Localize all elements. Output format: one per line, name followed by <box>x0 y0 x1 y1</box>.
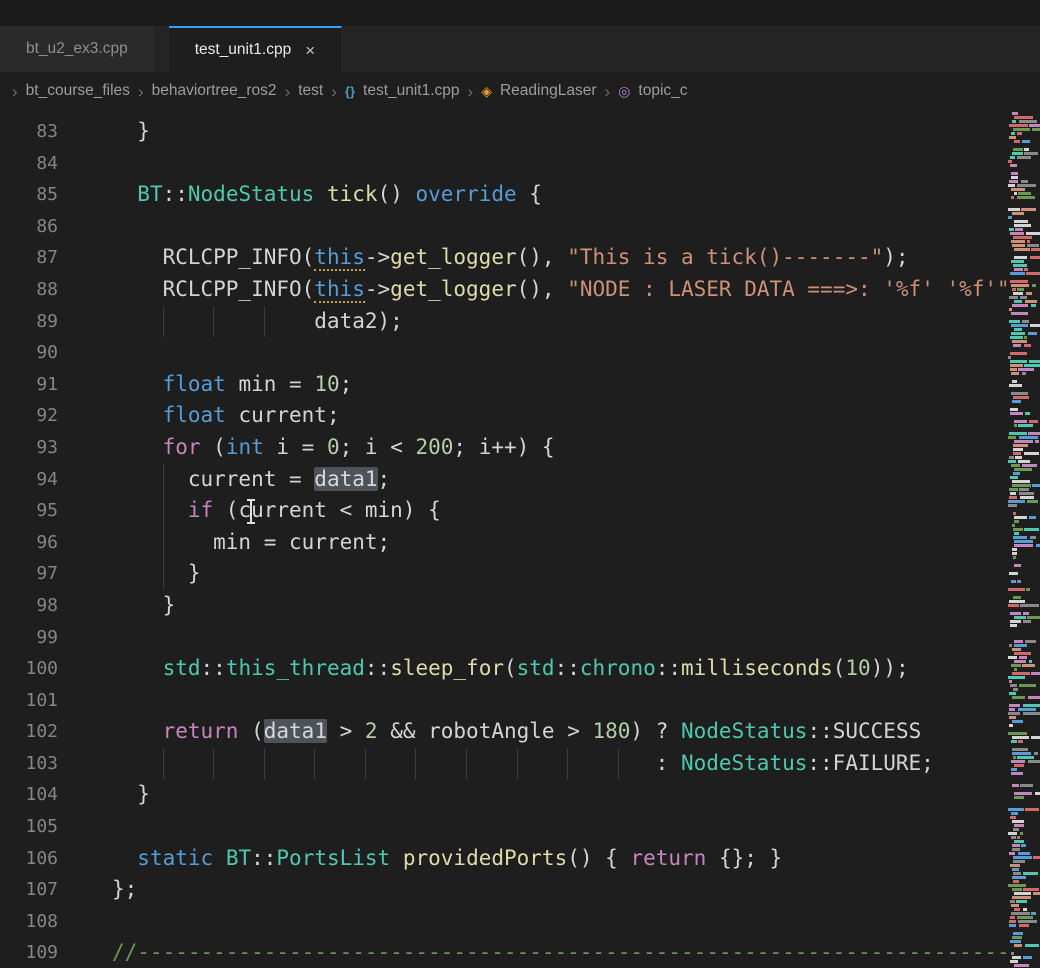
class-icon: ◈ <box>481 84 492 98</box>
code-line-93[interactable]: 93 for (int i = 0; i < 200; i++) { <box>0 432 1006 464</box>
code-line-97[interactable]: 97 } <box>0 558 1006 590</box>
indent-guide <box>365 748 366 780</box>
code-line-96[interactable]: 96 min = current; <box>0 527 1006 559</box>
code-line-87[interactable]: 87 RCLCPP_INFO(this->get_logger(), "This… <box>0 242 1006 274</box>
indent-guide <box>567 748 568 780</box>
breadcrumb-item-test_unit1.cpp[interactable]: test_unit1.cpp <box>363 82 460 100</box>
code-line-89[interactable]: 89 data2); <box>0 306 1006 338</box>
tab-bar: bt_u2_ex3.cpp test_unit1.cpp × <box>0 26 1040 72</box>
line-number: 93 <box>0 432 58 464</box>
line-number: 99 <box>0 622 58 654</box>
cpp-file-icon: {} <box>345 85 355 98</box>
indent-guide <box>163 748 164 780</box>
line-number: 103 <box>0 748 58 780</box>
line-number: 91 <box>0 369 58 401</box>
tab-label: test_unit1.cpp <box>195 41 292 59</box>
line-number: 98 <box>0 590 58 622</box>
line-number: 87 <box>0 242 58 274</box>
indent-guide <box>264 306 265 338</box>
code-line-106[interactable]: 106 static BT::PortsList providedPorts()… <box>0 843 1006 875</box>
indent-guide <box>163 495 164 527</box>
line-number: 105 <box>0 811 58 843</box>
breadcrumb-item-behaviortree_ros2[interactable]: behaviortree_ros2 <box>152 82 277 100</box>
chevron-right-icon: › <box>138 83 144 100</box>
breadcrumb: › bt_course_files › behaviortree_ros2 › test ›… <box>0 72 1040 110</box>
code-line-99[interactable]: 99 <box>0 622 1006 654</box>
indent-guide <box>213 748 214 780</box>
chevron-right-icon: › <box>468 83 474 100</box>
editor: 83 }8485 BT::NodeStatus tick() override … <box>0 110 1040 968</box>
line-number: 108 <box>0 906 58 938</box>
line-number: 106 <box>0 843 58 875</box>
indent-guide <box>314 748 315 780</box>
indent-guide <box>163 306 164 338</box>
line-number: 92 <box>0 400 58 432</box>
indent-guide <box>466 748 467 780</box>
line-number: 104 <box>0 779 58 811</box>
indent-guide <box>264 748 265 780</box>
line-number: 90 <box>0 337 58 369</box>
chevron-right-icon: › <box>285 83 291 100</box>
chevron-right-icon: › <box>605 83 611 100</box>
chevron-right-icon: › <box>12 83 18 100</box>
indent-guide <box>163 527 164 559</box>
code-line-90[interactable]: 90 <box>0 337 1006 369</box>
code-line-83[interactable]: 83 } <box>0 116 1006 148</box>
code-line-95[interactable]: 95 if (current < min) { <box>0 495 1006 527</box>
code-line-101[interactable]: 101 <box>0 685 1006 717</box>
code-line-85[interactable]: 85 BT::NodeStatus tick() override { <box>0 179 1006 211</box>
mouse-ibeam-cursor <box>250 501 252 522</box>
line-number: 96 <box>0 527 58 559</box>
chevron-right-icon: › <box>331 83 337 100</box>
vscode-window: bt_u2_ex3.cpp test_unit1.cpp × › bt_cours… <box>0 0 1040 968</box>
close-tab-icon[interactable]: × <box>305 42 315 59</box>
minimap[interactable] <box>1006 110 1040 968</box>
code-line-94[interactable]: 94 current = data1; <box>0 464 1006 496</box>
title-bar <box>0 0 1040 26</box>
line-number: 100 <box>0 653 58 685</box>
breadcrumb-item-ReadingLaser[interactable]: ReadingLaser <box>500 82 597 100</box>
code-line-104[interactable]: 104 } <box>0 779 1006 811</box>
tab-test_unit1[interactable]: test_unit1.cpp × <box>169 26 342 72</box>
line-number: 85 <box>0 179 58 211</box>
code-line-103[interactable]: 103 : NodeStatus::FAILURE; <box>0 748 1006 780</box>
indent-guide <box>213 306 214 338</box>
line-number: 97 <box>0 558 58 590</box>
line-number: 83 <box>0 116 58 148</box>
line-number: 86 <box>0 211 58 243</box>
indent-guide <box>517 748 518 780</box>
breadcrumb-item-bt_course_files[interactable]: bt_course_files <box>26 82 130 100</box>
line-number: 101 <box>0 685 58 717</box>
breadcrumb-item-topic_c[interactable]: topic_c <box>638 82 687 100</box>
code-line-86[interactable]: 86 <box>0 211 1006 243</box>
line-number: 89 <box>0 306 58 338</box>
indent-guide <box>163 558 164 590</box>
code-line-91[interactable]: 91 float min = 10; <box>0 369 1006 401</box>
tab-label: bt_u2_ex3.cpp <box>26 40 128 58</box>
line-number: 94 <box>0 464 58 496</box>
code-line-100[interactable]: 100 std::this_thread::sleep_for(std::chr… <box>0 653 1006 685</box>
code-line-102[interactable]: 102 return (data1 > 2 && robotAngle > 18… <box>0 716 1006 748</box>
indent-guide <box>618 748 619 780</box>
code-line-84[interactable]: 84 <box>0 148 1006 180</box>
line-number: 95 <box>0 495 58 527</box>
code-line-92[interactable]: 92 float current; <box>0 400 1006 432</box>
line-number: 84 <box>0 148 58 180</box>
code-line-98[interactable]: 98 } <box>0 590 1006 622</box>
code-line-88[interactable]: 88 RCLCPP_INFO(this->get_logger(), "NODE… <box>0 274 1006 306</box>
code-line-105[interactable]: 105 <box>0 811 1006 843</box>
line-number: 88 <box>0 274 58 306</box>
field-icon: ◎ <box>618 84 630 98</box>
code-line-109[interactable]: 109//-----------------------------------… <box>0 937 1006 968</box>
tab-bt_u2_ex3[interactable]: bt_u2_ex3.cpp <box>0 26 155 72</box>
indent-guide <box>415 748 416 780</box>
code-area[interactable]: 83 }8485 BT::NodeStatus tick() override … <box>0 110 1006 968</box>
breadcrumb-item-test[interactable]: test <box>298 82 323 100</box>
line-number: 109 <box>0 937 58 968</box>
indent-guide <box>163 464 164 496</box>
line-number: 102 <box>0 716 58 748</box>
code-line-107[interactable]: 107}; <box>0 874 1006 906</box>
line-number: 107 <box>0 874 58 906</box>
code-line-108[interactable]: 108 <box>0 906 1006 938</box>
